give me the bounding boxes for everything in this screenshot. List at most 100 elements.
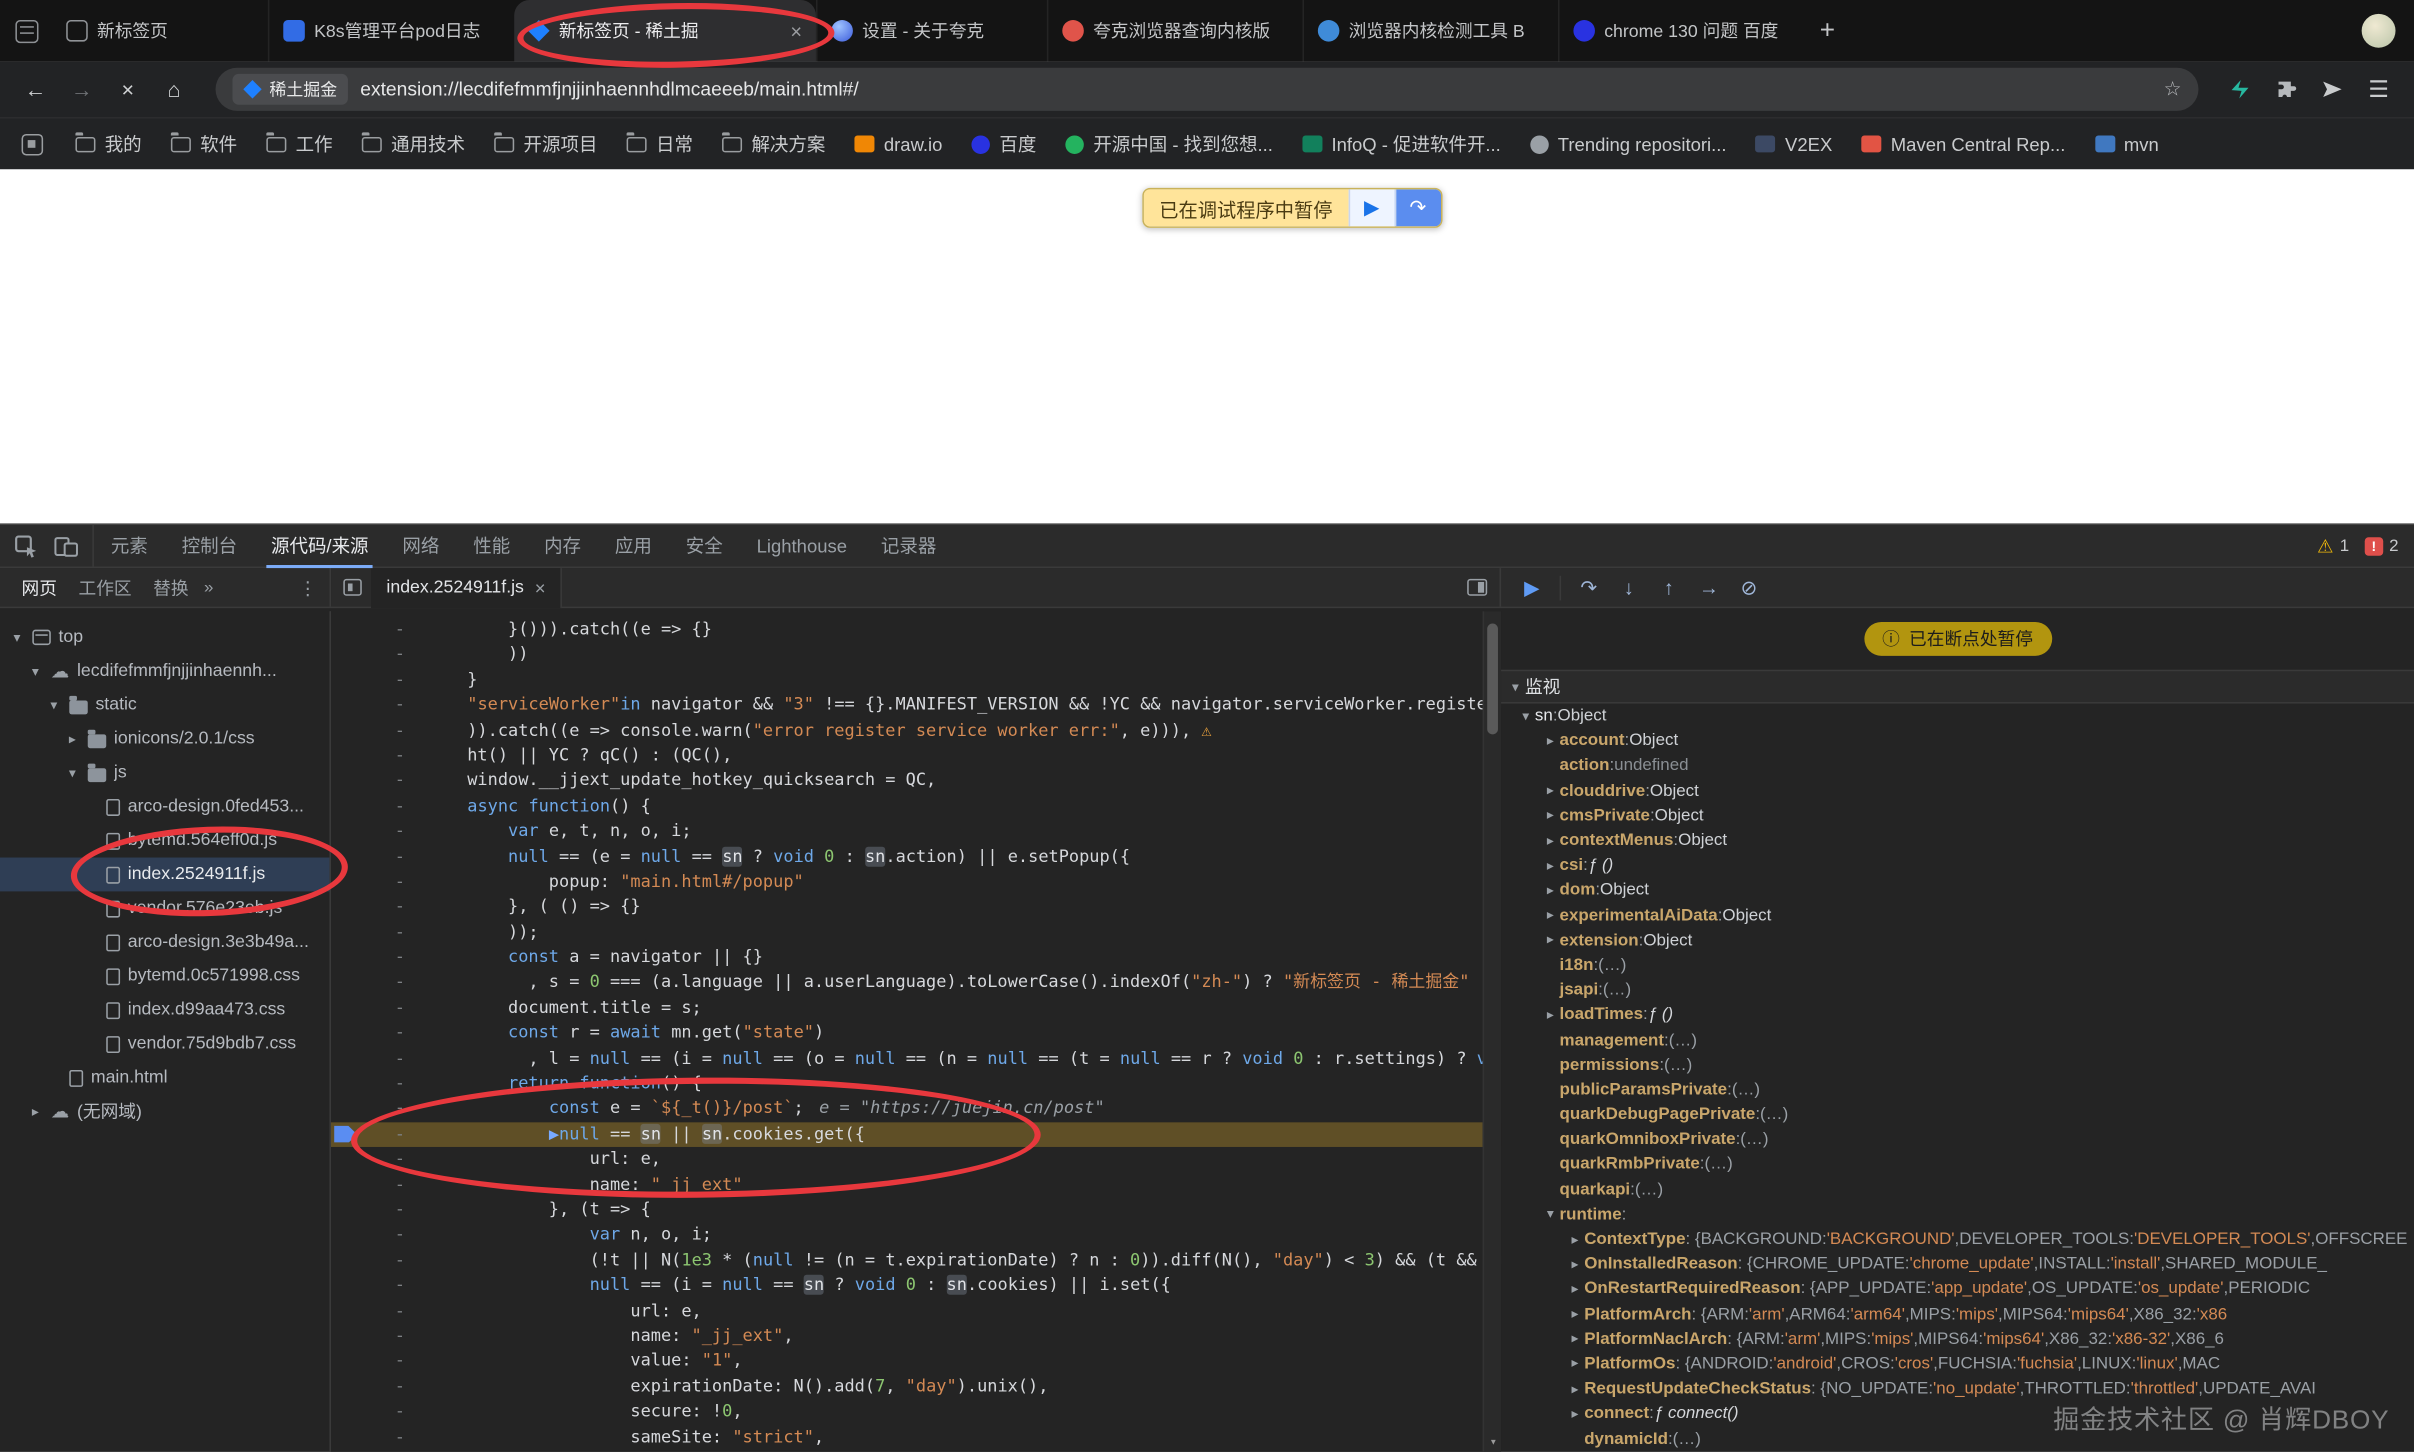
file-tree-item[interactable]: bytemd.564eff0d.js [0,824,329,858]
line-gutter[interactable]: - [331,744,426,769]
navigator-tab-工作区[interactable]: 工作区 [69,575,141,600]
overflow-chevron-icon[interactable]: » [201,578,217,596]
watch-row[interactable]: ▸OnInstalledReason: {CHROME_UPDATE: 'chr… [1501,1252,2414,1277]
file-tree-item[interactable]: vendor.576e23eb.js [0,891,329,925]
file-tree-item[interactable]: arco-design.0fed453... [0,790,329,824]
bookmark-item[interactable]: InfoQ - 促进软件开... [1302,131,1501,157]
bookmark-item[interactable]: 我的 [75,131,141,157]
line-gutter[interactable]: - [331,971,426,996]
tree-arrow-icon[interactable]: ▾ [65,764,80,781]
devtools-tab-源代码/来源[interactable]: 源代码/来源 [254,525,385,568]
line-gutter[interactable]: - [331,794,426,819]
line-gutter[interactable]: - [331,617,426,642]
more-options-icon[interactable]: ⋮ [299,577,317,599]
watch-row[interactable]: ▾sn : Object [1501,704,2414,729]
editor-scrollbar[interactable]: ▾ [1483,611,1501,1452]
line-gutter[interactable]: - [331,1223,426,1248]
toggle-debugger-sidebar-icon[interactable] [1459,570,1493,604]
file-tree-item[interactable]: ▾☁lecdifefmmfjnjjinhaennh... [0,654,329,688]
watch-row[interactable]: ▸PlatformNaclArch: {ARM: 'arm', MIPS: 'm… [1501,1327,2414,1352]
share-icon[interactable] [2312,69,2352,109]
devtools-tab-元素[interactable]: 元素 [94,525,165,568]
devtools-tab-安全[interactable]: 安全 [669,525,740,568]
chevron-down-icon[interactable]: ▾ [1512,678,1519,695]
bookmark-item[interactable]: mvn [2095,133,2159,155]
tab-search-icon[interactable] [0,0,52,62]
forward-button[interactable]: → [62,69,102,109]
tree-arrow-icon[interactable]: ▾ [28,663,43,680]
watch-row[interactable]: quarkDebugPagePrivate: (…) [1501,1102,2414,1127]
watch-row[interactable]: ▸csi: ƒ () [1501,853,2414,878]
line-gutter[interactable]: - [331,1198,426,1223]
device-toolbar-icon[interactable] [46,526,86,566]
watch-arrow-icon[interactable]: ▸ [1566,1331,1584,1348]
line-gutter[interactable]: - [331,1248,426,1273]
line-gutter[interactable]: - [331,1072,426,1097]
watch-arrow-icon[interactable]: ▾ [1516,708,1534,725]
file-tree-item[interactable]: main.html [0,1061,329,1095]
devtools-tab-记录器[interactable]: 记录器 [864,525,953,568]
watch-arrow-icon[interactable]: ▸ [1566,1281,1584,1298]
step-over-banner-button[interactable]: ↷ [1394,189,1440,226]
line-gutter[interactable]: - [331,920,426,945]
watch-row[interactable]: ▸OnRestartRequiredReason: {APP_UPDATE: '… [1501,1277,2414,1302]
watch-arrow-icon[interactable]: ▸ [1566,1380,1584,1397]
line-gutter[interactable]: - [331,693,426,718]
watch-arrow-icon[interactable]: ▸ [1566,1231,1584,1248]
line-gutter[interactable]: - [331,643,426,668]
watch-row[interactable]: ▸clouddrive: Object [1501,778,2414,803]
tree-arrow-icon[interactable]: ▸ [28,1103,43,1120]
bookmark-item[interactable]: 日常 [627,131,693,157]
file-tree-item[interactable]: ▾static [0,688,329,722]
devtools-tab-内存[interactable]: 内存 [527,525,598,568]
watch-arrow-icon[interactable]: ▸ [1566,1356,1584,1373]
step-over-button[interactable]: ↷ [1570,569,1607,606]
line-gutter[interactable]: - [331,945,426,970]
line-gutter[interactable]: - [331,1046,426,1071]
devtools-tab-控制台[interactable]: 控制台 [165,525,254,568]
browser-tab[interactable]: chrome 130 问题 百度 [1558,0,1804,62]
line-gutter[interactable]: - [331,1097,426,1122]
line-gutter[interactable]: - [331,1324,426,1349]
stop-button[interactable]: × [108,69,148,109]
watch-row[interactable]: ▸ContextType: {BACKGROUND: 'BACKGROUND',… [1501,1227,2414,1252]
bookmark-item[interactable]: 百度 [972,131,1037,157]
bookmark-item[interactable]: Maven Central Rep... [1862,133,2066,155]
file-tree-item[interactable]: ▾js [0,756,329,790]
watch-arrow-icon[interactable]: ▸ [1541,882,1559,899]
resume-button[interactable]: ▶ [1513,569,1550,606]
editor-tab[interactable]: index.2524911f.js × [371,567,562,607]
home-button[interactable]: ⌂ [154,69,194,109]
file-tree-item[interactable]: bytemd.0c571998.css [0,959,329,993]
watch-arrow-icon[interactable]: ▾ [1541,1206,1559,1223]
site-chip[interactable]: 稀土掘金 [232,74,347,105]
bookmark-item[interactable]: 软件 [171,131,237,157]
watch-arrow-icon[interactable]: ▸ [1541,832,1559,849]
step-into-button[interactable]: ↓ [1610,569,1647,606]
resume-script-button[interactable]: ▶ [1348,189,1394,226]
watch-arrow-icon[interactable]: ▸ [1541,732,1559,749]
watch-row[interactable]: i18n: (…) [1501,953,2414,978]
editor-tab-close-icon[interactable]: × [535,577,546,599]
watch-row[interactable]: ▸loadTimes: ƒ () [1501,1003,2414,1028]
line-gutter[interactable]: - [331,769,426,794]
file-tree-item[interactable]: arco-design.3e3b49a... [0,925,329,959]
watch-row[interactable]: ▸experimentalAiData: Object [1501,903,2414,928]
devtools-tab-应用[interactable]: 应用 [598,525,669,568]
warning-icon[interactable]: ⚠ [2317,535,2334,557]
bookmark-item[interactable]: 解决方案 [722,131,825,157]
line-gutter[interactable]: - [331,870,426,895]
watch-section-header[interactable]: ▾ 监视 [1501,670,2414,704]
watch-arrow-icon[interactable]: ▸ [1566,1256,1584,1273]
line-gutter[interactable]: - [331,668,426,693]
tab-close-icon[interactable]: × [790,19,802,42]
scrollbar-down-icon[interactable]: ▾ [1484,1433,1501,1451]
line-gutter[interactable]: - [331,1299,426,1324]
navigator-toggle-icon[interactable] [334,569,371,606]
bookmark-item[interactable]: V2EX [1756,133,1832,155]
line-gutter[interactable]: - [331,718,426,743]
file-tree-item[interactable]: index.2524911f.js [0,858,329,892]
file-tree-item[interactable]: ▸ionicons/2.0.1/css [0,722,329,756]
line-gutter[interactable]: - [331,1400,426,1425]
watch-row[interactable]: ▸PlatformArch: {ARM: 'arm', ARM64: 'arm6… [1501,1302,2414,1327]
